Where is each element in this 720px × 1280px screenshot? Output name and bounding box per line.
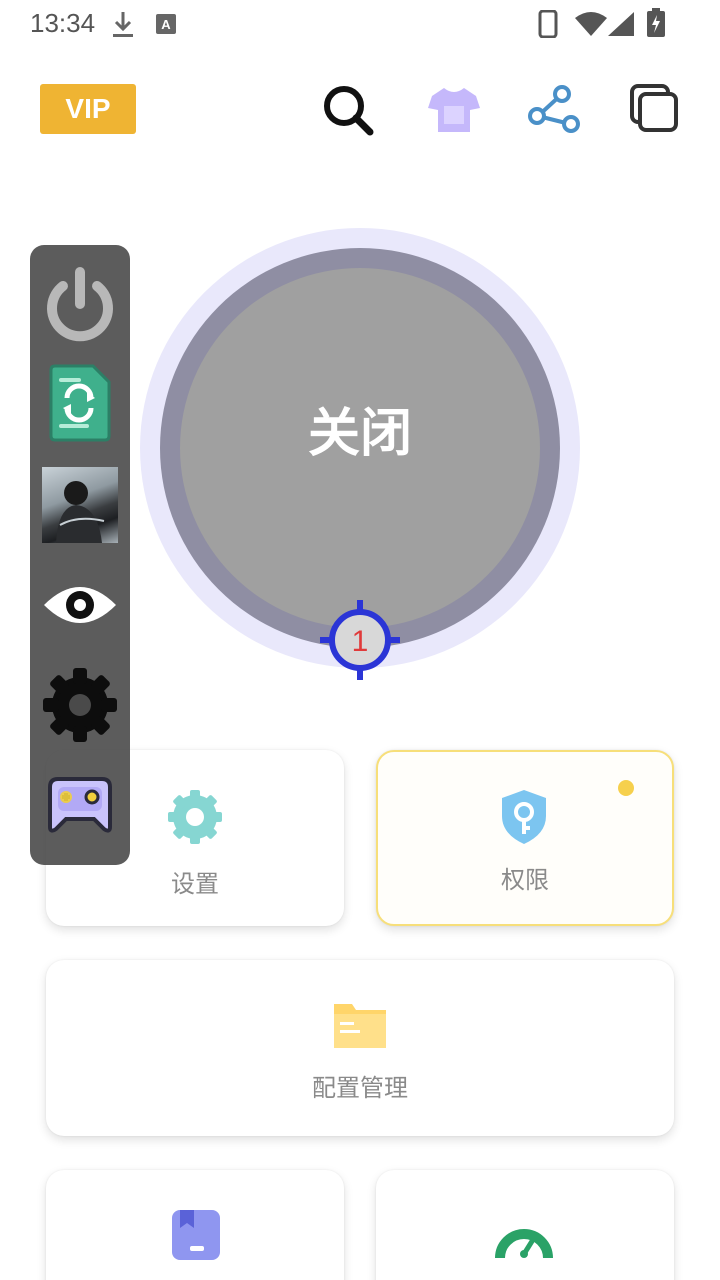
shield-key-icon bbox=[502, 790, 546, 844]
avatar-item[interactable] bbox=[40, 465, 120, 545]
power-status-label: 关闭 bbox=[307, 403, 412, 464]
power-icon bbox=[47, 267, 113, 342]
game-item[interactable] bbox=[40, 765, 120, 845]
settings-label: 设置 bbox=[171, 870, 219, 898]
marker-number: 1 bbox=[352, 625, 369, 658]
phone-icon bbox=[538, 10, 558, 38]
power-toggle-item[interactable] bbox=[40, 265, 120, 345]
settings-gear-icon bbox=[168, 790, 222, 844]
power-toggle-button[interactable]: 关闭 bbox=[180, 268, 540, 628]
permissions-label: 权限 bbox=[501, 866, 549, 894]
download-icon bbox=[113, 12, 133, 37]
visibility-item[interactable] bbox=[40, 565, 120, 645]
status-time: 13:34 bbox=[30, 8, 96, 38]
settings-item[interactable] bbox=[40, 665, 120, 745]
file-sync-icon bbox=[49, 364, 111, 442]
vip-button[interactable]: VIP bbox=[40, 84, 136, 134]
crosshair-marker-icon[interactable]: 1 bbox=[318, 598, 402, 682]
text-a-icon: A bbox=[156, 14, 176, 34]
notification-dot bbox=[618, 780, 634, 796]
svg-text:A: A bbox=[161, 17, 171, 32]
eye-icon bbox=[44, 587, 116, 623]
bookmark-card[interactable] bbox=[46, 1170, 344, 1280]
speed-card[interactable] bbox=[376, 1170, 674, 1280]
wifi-icon bbox=[575, 12, 607, 36]
config-management-label: 配置管理 bbox=[312, 1074, 408, 1102]
status-bar: 13:34 A bbox=[0, 0, 720, 48]
gamepad-icon bbox=[48, 777, 112, 833]
floating-side-panel bbox=[30, 245, 130, 865]
search-icon[interactable] bbox=[320, 82, 376, 138]
speedometer-icon bbox=[495, 1229, 553, 1259]
file-sync-item[interactable] bbox=[40, 363, 120, 443]
battery-charging-icon bbox=[647, 8, 665, 37]
tshirt-icon[interactable] bbox=[426, 82, 482, 138]
folder-icon bbox=[334, 1004, 386, 1048]
config-management-card[interactable]: 配置管理 bbox=[46, 960, 674, 1136]
share-icon[interactable] bbox=[526, 82, 582, 138]
avatar-photo bbox=[42, 467, 118, 543]
signal-icon bbox=[608, 12, 634, 36]
bookmark-icon bbox=[172, 1210, 220, 1260]
copy-icon[interactable] bbox=[626, 82, 682, 138]
gear-icon bbox=[43, 668, 117, 742]
permissions-card[interactable]: 权限 bbox=[376, 750, 674, 926]
